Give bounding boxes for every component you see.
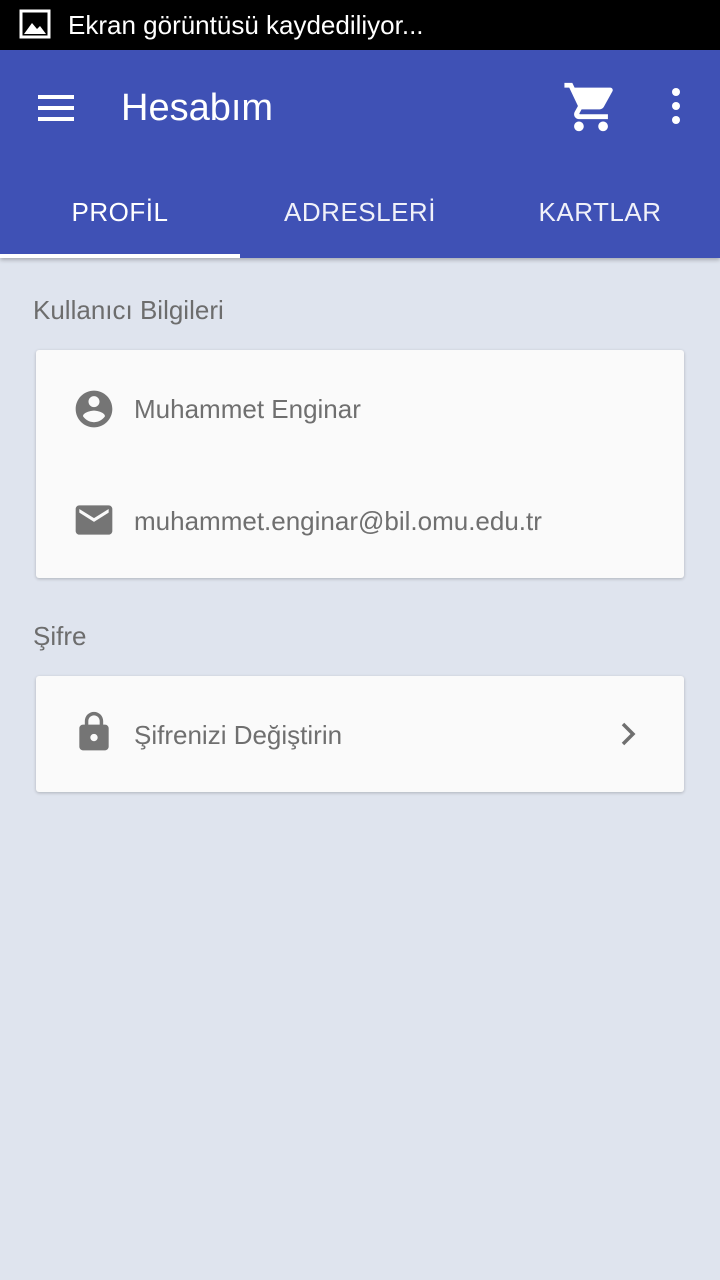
page-title: Hesabım xyxy=(121,87,274,129)
password-heading: Şifre xyxy=(33,621,87,651)
tab-kartlar[interactable]: KARTLAR xyxy=(480,180,720,258)
change-password-row[interactable]: Şifrenizi Değiştirin xyxy=(36,676,684,792)
status-bar: Ekran görüntüsü kaydediliyor... xyxy=(0,0,720,50)
lock-icon xyxy=(79,711,109,751)
account-circle-icon xyxy=(75,390,113,428)
email-icon xyxy=(75,505,113,535)
user-info-card: Muhammet Enginar muhammet.enginar@bil.om… xyxy=(36,350,684,578)
tab-label: PROFİL xyxy=(71,197,169,227)
tab-indicator xyxy=(0,254,240,258)
tab-label: KARTLAR xyxy=(538,197,662,227)
user-name: Muhammet Enginar xyxy=(134,394,361,424)
app-bar: Hesabım PROFİL ADRESLERİ KARTLAR xyxy=(0,50,720,258)
image-icon xyxy=(19,9,51,39)
tab-label: ADRESLERİ xyxy=(284,197,436,227)
shopping-cart-icon[interactable] xyxy=(562,78,620,136)
user-info-heading: Kullanıcı Bilgileri xyxy=(33,295,224,325)
tab-profil[interactable]: PROFİL xyxy=(0,180,240,258)
change-password-label: Şifrenizi Değiştirin xyxy=(134,720,343,750)
status-text: Ekran görüntüsü kaydediliyor... xyxy=(68,10,424,40)
more-vertical-icon[interactable] xyxy=(652,80,700,136)
chevron-right-icon xyxy=(621,722,636,746)
tab-adresleri[interactable]: ADRESLERİ xyxy=(240,180,480,258)
user-email: muhammet.enginar@bil.omu.edu.tr xyxy=(134,506,542,536)
menu-icon[interactable] xyxy=(28,80,84,136)
